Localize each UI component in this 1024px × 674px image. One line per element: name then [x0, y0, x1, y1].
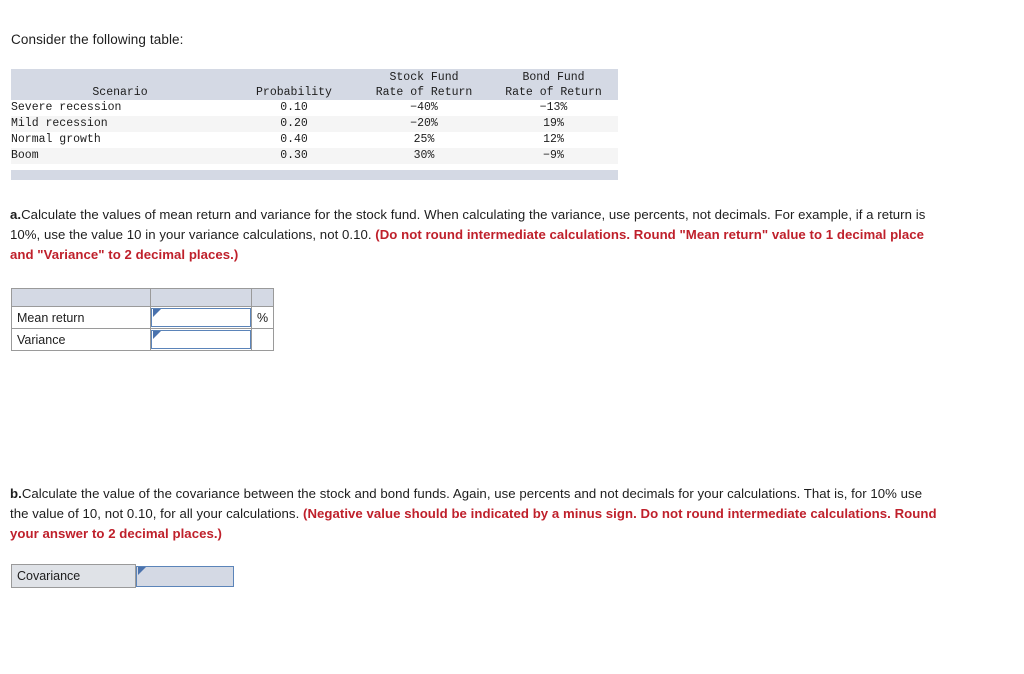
cell-scenario: Boom: [11, 148, 229, 164]
variance-input-wrapper[interactable]: [151, 330, 251, 349]
question-b-text: b.Calculate the value of the covariance …: [10, 484, 940, 544]
label-covariance: Covariance: [11, 564, 136, 588]
cell-stock-return: 30%: [359, 148, 489, 164]
answer-a-header-unit-cell: [251, 288, 274, 307]
answer-a-body: Mean return % Variance: [11, 288, 274, 351]
mean-return-input[interactable]: [164, 309, 248, 324]
answer-b-body: Covariance: [11, 564, 234, 588]
cell-probability: 0.30: [229, 148, 359, 164]
page-intro-text: Consider the following table:: [11, 32, 184, 47]
cell-stock-return: −40%: [359, 100, 489, 116]
cell-scenario: Mild recession: [11, 116, 229, 132]
cell-bond-return: −9%: [489, 148, 618, 164]
unit-mean-return: %: [251, 306, 274, 329]
answer-table-part-a: Mean return % Variance: [11, 288, 274, 351]
label-variance: Variance: [11, 328, 151, 351]
cell-stock-return: 25%: [359, 132, 489, 148]
cursor-marker-icon: [138, 566, 146, 575]
table-row: Normal growth 0.40 25% 12%: [11, 132, 618, 148]
question-b-label: b.: [10, 486, 22, 501]
unit-variance: [251, 328, 274, 351]
column-header-stock-fund-rate-of-return: Stock Fund Rate of Return: [359, 69, 489, 100]
table-row: Mild recession 0.20 −20% 19%: [11, 116, 618, 132]
scenario-table-container: Scenario Probability Stock Fund Rate of …: [11, 69, 618, 180]
cell-stock-return: −20%: [359, 116, 489, 132]
covariance-field-cell: [135, 564, 234, 588]
answer-a-header-label-cell: [11, 288, 151, 307]
answer-a-header-row: [11, 288, 274, 307]
variance-input[interactable]: [164, 331, 248, 346]
cell-bond-return: 12%: [489, 132, 618, 148]
table-row: Boom 0.30 30% −9%: [11, 148, 618, 164]
answer-row-variance: Variance: [11, 328, 274, 351]
scenario-table-head: Scenario Probability Stock Fund Rate of …: [11, 69, 618, 100]
answer-a-header-value-cell: [150, 288, 252, 307]
cursor-marker-icon: [153, 309, 161, 317]
variance-field-cell: [150, 328, 252, 351]
answer-row-covariance: Covariance: [11, 564, 234, 588]
column-header-scenario: Scenario: [11, 69, 229, 100]
cell-scenario: Severe recession: [11, 100, 229, 116]
cell-bond-return: 19%: [489, 116, 618, 132]
column-header-bond-fund-rate-of-return: Bond Fund Rate of Return: [489, 69, 618, 100]
scenario-table: Scenario Probability Stock Fund Rate of …: [11, 69, 618, 164]
cell-probability: 0.20: [229, 116, 359, 132]
scenario-table-footer-band: [11, 170, 618, 180]
cell-bond-return: −13%: [489, 100, 618, 116]
cell-probability: 0.40: [229, 132, 359, 148]
cell-scenario: Normal growth: [11, 132, 229, 148]
scenario-table-header-row: Scenario Probability Stock Fund Rate of …: [11, 69, 618, 100]
scenario-table-body: Severe recession 0.10 −40% −13% Mild rec…: [11, 100, 618, 164]
question-a-label: a.: [10, 207, 22, 222]
cell-probability: 0.10: [229, 100, 359, 116]
covariance-input-wrapper[interactable]: [136, 565, 234, 587]
question-a-text: a.Calculate the values of mean return an…: [10, 205, 950, 265]
covariance-input[interactable]: [149, 566, 231, 582]
table-row: Severe recession 0.10 −40% −13%: [11, 100, 618, 116]
cursor-marker-icon: [153, 331, 161, 339]
mean-return-input-wrapper[interactable]: [151, 308, 251, 327]
column-header-probability: Probability: [229, 69, 359, 100]
answer-table-part-b: Covariance: [11, 564, 234, 588]
label-mean-return: Mean return: [11, 306, 151, 329]
answer-row-mean-return: Mean return %: [11, 306, 274, 329]
mean-return-field-cell: [150, 306, 252, 329]
